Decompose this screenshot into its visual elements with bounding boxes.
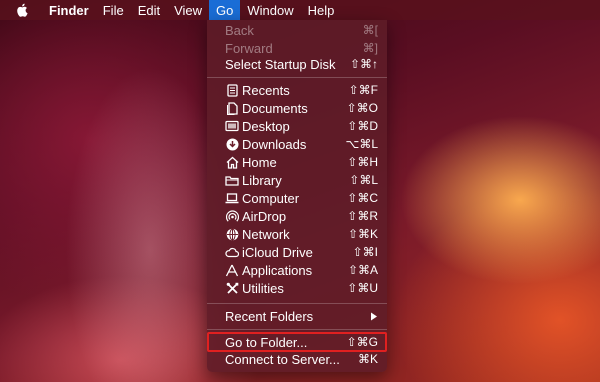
menu-item-shortcut: ⇧⌘U [347,281,378,295]
menu-item-label: Network [242,226,290,242]
menu-item-shortcut: ⇧⌘K [347,227,378,241]
menu-item-shortcut: ⇧⌘↑ [349,57,378,71]
computer-icon [225,191,239,205]
go-menu-dropdown: Back ⌘[ Forward ⌘] Select Startup Disk ⇧… [207,20,387,372]
menu-item-shortcut: ⌘] [362,41,378,55]
menu-item-select-startup-disk[interactable]: Select Startup Disk ⇧⌘↑ [207,55,387,73]
menu-view[interactable]: View [167,0,209,20]
menu-item-back[interactable]: Back ⌘[ [207,21,387,39]
submenu-arrow-icon [370,312,378,321]
icloud-icon [225,245,239,259]
menu-item-home[interactable]: Home ⇧⌘H [207,153,387,171]
menu-item-library[interactable]: Library ⇧⌘L [207,171,387,189]
menu-item-computer[interactable]: Computer ⇧⌘C [207,189,387,207]
utilities-icon [225,281,239,295]
menu-item-label: iCloud Drive [242,244,313,260]
menu-item-shortcut: ⇧⌘G [346,335,378,349]
menu-finder[interactable]: Finder [42,0,96,20]
menu-item-label: Back [225,22,254,38]
menu-item-shortcut: ⇧⌘C [347,191,378,205]
menu-item-label: Library [242,172,282,188]
menu-separator [207,303,387,304]
menu-item-shortcut: ⇧⌘A [347,263,378,277]
menu-item-desktop[interactable]: Desktop ⇧⌘D [207,117,387,135]
menu-item-label: Home [242,154,277,170]
menu-item-shortcut: ⌘K [357,352,378,366]
menu-item-applications[interactable]: Applications ⇧⌘A [207,261,387,279]
applications-icon [225,263,239,277]
menu-bar: Finder File Edit View Go Window Help [0,0,600,20]
menu-item-connect-to-server[interactable]: Connect to Server... ⌘K [207,350,387,368]
menu-item-shortcut: ⌥⌘L [345,137,378,151]
documents-icon [225,101,239,115]
menu-item-shortcut: ⇧⌘D [347,119,378,133]
menu-separator [207,329,387,330]
menu-item-airdrop[interactable]: AirDrop ⇧⌘R [207,207,387,225]
menu-window[interactable]: Window [240,0,300,20]
desktop-icon [225,119,239,133]
menu-item-shortcut: ⇧⌘O [346,101,378,115]
menu-item-shortcut: ⇧⌘H [347,155,378,169]
menu-item-documents[interactable]: Documents ⇧⌘O [207,99,387,117]
downloads-icon [225,137,239,151]
menu-item-label: AirDrop [242,208,287,224]
menu-item-shortcut: ⇧⌘I [352,245,378,259]
menu-item-go-to-folder[interactable]: Go to Folder... ⇧⌘G [207,333,387,351]
menu-item-label: Connect to Server... [225,351,340,367]
menu-item-icloud-drive[interactable]: iCloud Drive ⇧⌘I [207,243,387,261]
menu-help[interactable]: Help [301,0,342,20]
menu-item-shortcut: ⇧⌘R [347,209,378,223]
menu-item-label: Desktop [242,118,290,134]
menu-item-label: Go to Folder... [225,334,308,350]
recents-icon [225,83,239,97]
menu-item-shortcut: ⇧⌘F [348,83,378,97]
menu-item-shortcut: ⇧⌘L [349,173,378,187]
home-icon [225,155,239,169]
airdrop-icon [225,209,239,223]
menu-item-shortcut: ⌘[ [362,23,378,37]
menu-file[interactable]: File [96,0,131,20]
library-icon [225,173,239,187]
menu-item-label: Recents [242,82,290,98]
menu-item-label: Select Startup Disk [225,56,336,72]
apple-menu[interactable] [0,0,42,20]
apple-logo-icon [16,3,28,17]
menu-item-utilities[interactable]: Utilities ⇧⌘U [207,279,387,297]
menu-edit[interactable]: Edit [131,0,167,20]
menu-item-label: Recent Folders [225,308,314,324]
menu-item-label: Forward [225,40,273,56]
menu-go[interactable]: Go [209,0,241,20]
menu-item-label: Computer [242,190,300,206]
menu-item-label: Applications [242,262,313,278]
menu-item-label: Downloads [242,136,307,152]
menu-item-recents[interactable]: Recents ⇧⌘F [207,81,387,99]
menu-item-recent-folders[interactable]: Recent Folders [207,307,387,325]
menu-separator [207,77,387,78]
network-icon [225,227,239,241]
menu-item-label: Documents [242,100,308,116]
menu-item-network[interactable]: Network ⇧⌘K [207,225,387,243]
menu-item-downloads[interactable]: Downloads ⌥⌘L [207,135,387,153]
menu-item-label: Utilities [242,280,284,296]
